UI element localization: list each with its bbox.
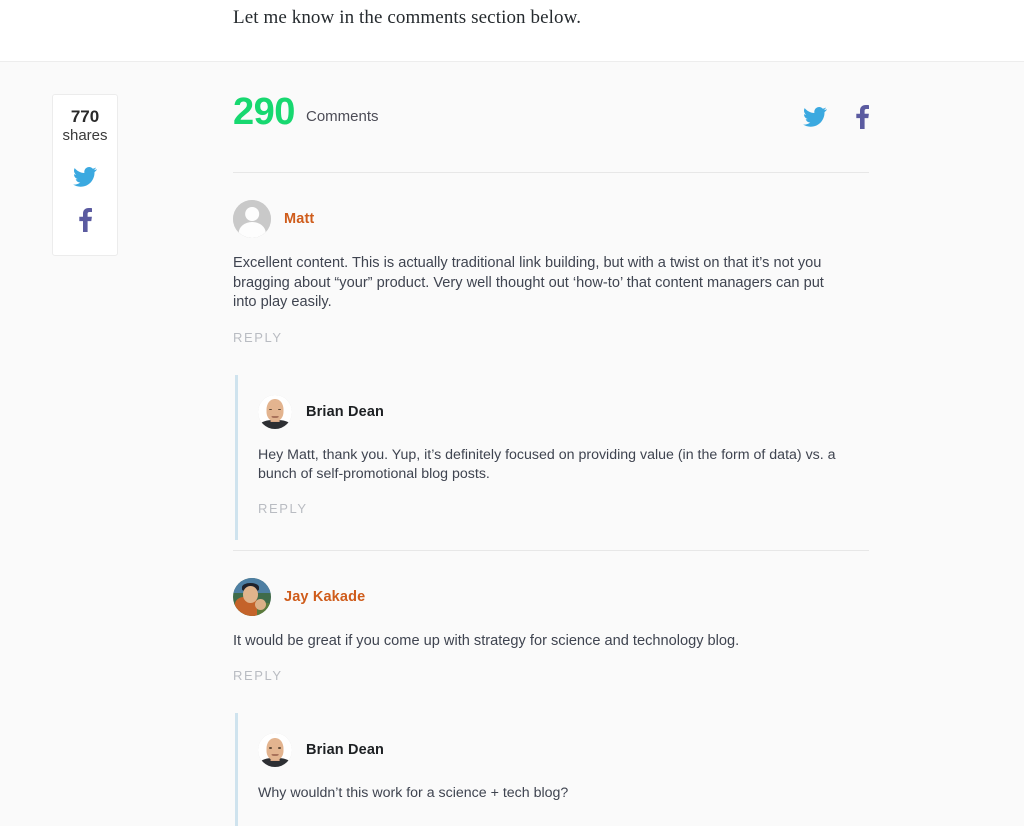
reply-author-name: Brian Dean	[306, 742, 385, 758]
twitter-icon	[73, 167, 97, 187]
twitter-icon	[803, 107, 827, 127]
jay-kakade-avatar	[233, 577, 271, 616]
comment-reply: Brian Dean Hey Matt, thank you. Yup, it’…	[235, 374, 869, 540]
reply-author-name: Brian Dean	[306, 403, 385, 420]
reply-link[interactable]: REPLY	[233, 330, 283, 345]
comment-thread: Matt Excellent content. This is actually…	[233, 173, 869, 551]
reply-header: Brian Dean	[258, 731, 869, 769]
brian-dean-avatar	[258, 733, 292, 767]
reply-link[interactable]: REPLY	[258, 501, 308, 516]
comments-twitter-button[interactable]	[803, 107, 827, 132]
comments-count-label: Comments	[306, 108, 379, 125]
comment-header: Jay Kakade	[233, 577, 869, 616]
comments-section: 290 Comments Matt Excellent content. Thi…	[233, 91, 869, 826]
default-avatar	[233, 200, 271, 238]
comment-author-name: Jay Kakade	[284, 588, 366, 605]
comment-header: Matt	[233, 200, 869, 238]
comment-text: Excellent content. This is actually trad…	[233, 255, 824, 310]
share-label: shares	[62, 127, 108, 144]
comments-header: 290 Comments	[233, 91, 869, 172]
comments-count: 290	[233, 91, 295, 133]
article-closing-strip: Let me know in the comments section belo…	[0, 0, 1024, 62]
comment-text: It would be great if you come up with st…	[233, 632, 740, 649]
share-count: 770	[70, 107, 100, 126]
reply-text: Why wouldn’t this work for a science + t…	[258, 785, 569, 801]
facebook-icon	[78, 208, 92, 232]
facebook-icon	[856, 105, 869, 129]
comments-facebook-button[interactable]	[856, 105, 869, 134]
reply-text: Hey Matt, thank you. Yup, it’s definitel…	[258, 446, 836, 483]
share-facebook-button[interactable]	[53, 208, 117, 237]
share-rail: 770 shares	[52, 94, 118, 256]
reply-header: Brian Dean	[258, 393, 869, 431]
article-closing-line: Let me know in the comments section belo…	[233, 7, 582, 28]
share-twitter-button[interactable]	[53, 167, 117, 192]
reply-link[interactable]: REPLY	[233, 668, 283, 683]
comment-author-name: Matt	[284, 211, 315, 227]
brian-dean-avatar	[258, 394, 292, 429]
comments-share-group	[803, 105, 869, 134]
comment-thread: Jay Kakade It would be great if you come…	[233, 551, 869, 826]
comment-reply: Brian Dean Why wouldn’t this work for a …	[235, 713, 869, 826]
